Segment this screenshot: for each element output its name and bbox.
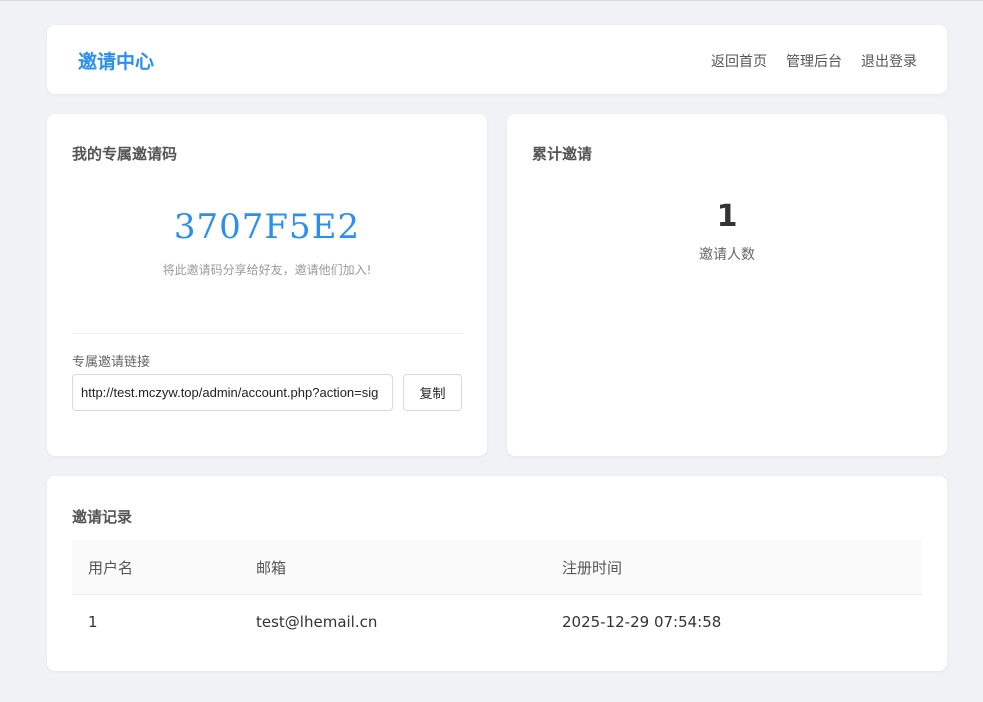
brand-title: 邀请中心 bbox=[78, 51, 155, 73]
invite-code-title: 我的专属邀请码 bbox=[72, 145, 178, 163]
invite-code-card: 我的专属邀请码 3707F5E2 将此邀请码分享给好友，邀请他们加入! 专属邀请… bbox=[47, 114, 487, 456]
copy-link-button[interactable]: 复制 bbox=[403, 374, 462, 411]
invite-link-label: 专属邀请链接 bbox=[72, 355, 151, 370]
invite-code-value: 3707F5E2 bbox=[173, 207, 361, 247]
invite-count-value: 1 bbox=[716, 199, 738, 234]
nav-admin-link[interactable]: 管理后台 bbox=[786, 51, 842, 71]
invite-stats-card: 累计邀请 1 邀请人数 bbox=[507, 114, 947, 456]
column-header-register-time: 注册时间 bbox=[546, 540, 922, 595]
invite-records-title: 邀请记录 bbox=[72, 508, 133, 526]
nav-logout-link[interactable]: 退出登录 bbox=[861, 51, 917, 71]
table-header-row: 用户名 邮箱 注册时间 bbox=[72, 540, 922, 595]
invite-count-label: 邀请人数 bbox=[699, 247, 755, 263]
divider bbox=[72, 333, 462, 334]
share-hint-text: 将此邀请码分享给好友，邀请他们加入! bbox=[162, 263, 372, 277]
cell-username: 1 bbox=[88, 612, 98, 631]
cell-register-time: 2025-12-29 07:54:58 bbox=[562, 612, 722, 631]
cell-email: test@lhemail.cn bbox=[256, 612, 378, 631]
top-nav: 返回首页 管理后台 退出登录 bbox=[711, 51, 917, 71]
column-header-username: 用户名 bbox=[72, 540, 240, 595]
column-header-email: 邮箱 bbox=[240, 540, 546, 595]
top-header: 邀请中心 返回首页 管理后台 退出登录 bbox=[47, 25, 947, 94]
nav-home-link[interactable]: 返回首页 bbox=[711, 51, 767, 71]
invite-stats-title: 累计邀请 bbox=[532, 145, 593, 163]
invite-records-card: 邀请记录 用户名 邮箱 注册时间 1 test@lhemail.cn 2025-… bbox=[47, 476, 947, 671]
invite-link-input[interactable] bbox=[72, 374, 393, 411]
table-row: 1 test@lhemail.cn 2025-12-29 07:54:58 bbox=[72, 595, 922, 649]
invite-records-table: 用户名 邮箱 注册时间 1 test@lhemail.cn 2025-12-29… bbox=[72, 540, 922, 648]
